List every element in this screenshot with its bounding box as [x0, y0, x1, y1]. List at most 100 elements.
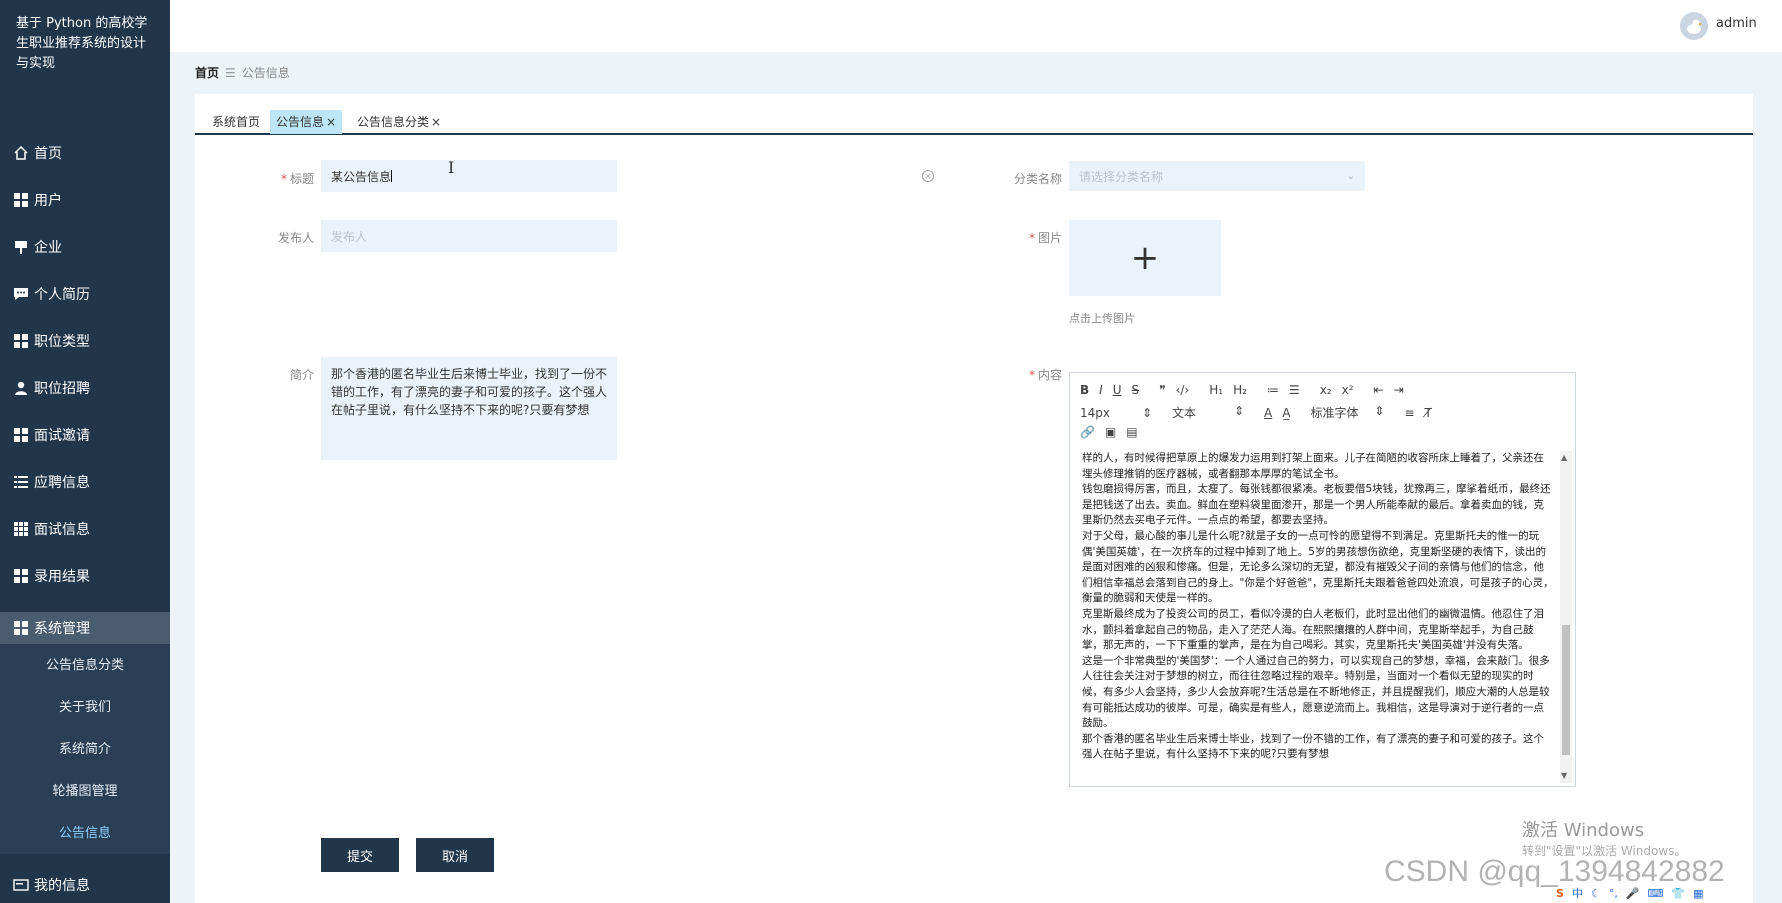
publisher-label: 发布人 — [277, 231, 314, 245]
close-icon[interactable]: × — [431, 115, 441, 129]
publisher-input[interactable]: 发布人 — [321, 220, 617, 252]
scroll-down-icon[interactable]: ▼ — [1561, 771, 1567, 780]
image-label: * 图片 — [1028, 231, 1062, 245]
ibeam-cursor-icon: I — [448, 158, 455, 177]
scroll-up-icon[interactable]: ▲ — [1561, 453, 1567, 462]
submenu-item-carousel[interactable]: 轮播图管理 — [0, 771, 170, 807]
sidebar-item-system[interactable]: 系统管理 — [0, 612, 170, 644]
editor-paragraph: 这是一个非常典型的'美国梦'：一个人通过自己的努力，可以实现自己的梦想，幸福，会… — [1082, 654, 1550, 730]
tab-notice-category[interactable]: 公告信息分类 × — [351, 110, 447, 134]
sidebar-item-company[interactable]: 企业 — [0, 229, 170, 265]
image-upload-button[interactable]: + — [1069, 220, 1221, 296]
sidebar-item-users[interactable]: 用户 — [0, 182, 170, 218]
updown-icon: ⇕ — [1233, 404, 1244, 418]
scroll-thumb[interactable] — [1562, 625, 1570, 755]
heading2-icon[interactable]: H₂ — [1233, 383, 1247, 397]
sidebar-item-label: 职位类型 — [34, 334, 90, 350]
cancel-button[interactable]: 取消 — [416, 838, 494, 872]
apps-icon[interactable]: ▦ — [1693, 887, 1703, 900]
flag-icon — [12, 238, 30, 256]
editor-scrollbar[interactable]: ▲ ▼ — [1560, 451, 1572, 783]
block-format-select[interactable]: 文本 ⇕ — [1172, 404, 1244, 421]
subscript-icon[interactable]: x₂ — [1320, 383, 1332, 397]
tab-notice[interactable]: 公告信息 × — [270, 110, 343, 134]
clear-format-icon[interactable]: T̸ — [1425, 406, 1432, 420]
font-color-icon[interactable]: A — [1264, 406, 1272, 420]
intro-textarea[interactable]: 那个香港的匿名毕业生后来博士毕业，找到了一份不错的工作，有了漂亮的妻子和可爱的孩… — [321, 357, 617, 460]
align-icon[interactable]: ≡ — [1404, 406, 1414, 420]
content-label: * 内容 — [1028, 368, 1062, 382]
sidebar-item-interview-invite[interactable]: 面试邀请 — [0, 417, 170, 453]
close-icon[interactable]: × — [326, 115, 336, 129]
shirt-icon[interactable]: 👕 — [1671, 887, 1685, 900]
ime-logo-icon[interactable]: S — [1556, 887, 1564, 900]
superscript-icon[interactable]: x² — [1342, 383, 1354, 397]
editor-toolbar-row-1: B I U S ❞ ‹/› H₁ H₂ ≔ ☰ x₂ x² ⇤ ⇥ — [1080, 383, 1414, 397]
sidebar-item-job-post[interactable]: 职位招聘 — [0, 370, 170, 406]
grid-icon — [12, 332, 30, 350]
submenu-item-notice-category[interactable]: 公告信息分类 — [0, 645, 170, 681]
title-label: * 标题 — [280, 172, 314, 186]
image-icon[interactable]: ▣ — [1105, 425, 1116, 439]
category-select[interactable]: 请选择分类名称 ⌄ — [1069, 161, 1365, 191]
tab-system-home[interactable]: 系统首页 — [206, 110, 266, 134]
sidebar-item-application[interactable]: 应聘信息 — [0, 464, 170, 500]
user-icon — [12, 379, 30, 397]
code-icon[interactable]: ‹/› — [1176, 383, 1190, 397]
moon-icon[interactable]: ☾ — [1591, 887, 1601, 900]
indent-icon[interactable]: ⇥ — [1394, 383, 1404, 397]
rich-text-editor[interactable]: B I U S ❞ ‹/› H₁ H₂ ≔ ☰ x₂ x² ⇤ ⇥ 14px ⇕ … — [1069, 372, 1576, 787]
submit-button[interactable]: 提交 — [321, 838, 399, 872]
ordered-list-icon[interactable]: ≔ — [1267, 383, 1279, 397]
upload-hint: 点击上传图片 — [1069, 312, 1135, 325]
chat-icon — [12, 285, 30, 303]
blockquote-icon[interactable]: ❞ — [1159, 383, 1165, 397]
video-icon[interactable]: ▤ — [1126, 425, 1137, 439]
list-icon — [12, 473, 30, 491]
outdent-icon[interactable]: ⇤ — [1374, 383, 1384, 397]
sidebar-item-interview-info[interactable]: 面试信息 — [0, 511, 170, 547]
submenu-item-intro[interactable]: 系统简介 — [0, 729, 170, 765]
submenu-item-notice[interactable]: 公告信息 — [0, 813, 170, 849]
bold-icon[interactable]: B — [1080, 383, 1089, 397]
card-icon — [12, 876, 30, 894]
title-input[interactable]: 某公告信息 — [321, 160, 617, 192]
editor-paragraph: 克里斯最终成为了投资公司的员工，看似冷漠的白人老板们，此时显出他们的幽微温情。他… — [1082, 607, 1544, 652]
sidebar-item-label: 面试邀请 — [34, 428, 90, 444]
sidebar-item-label: 用户 — [34, 193, 62, 209]
font-family-select[interactable]: 标准字体 ⇕ — [1310, 404, 1384, 421]
ime-tray: S 中 ☾ °, 🎤 ⌨ 👕 ▦ — [1556, 883, 1782, 903]
avatar[interactable] — [1680, 12, 1708, 40]
underline-icon[interactable]: U — [1113, 383, 1122, 397]
clear-icon[interactable]: ✕ — [922, 170, 934, 182]
sidebar-item-job-type[interactable]: 职位类型 — [0, 323, 170, 359]
font-size-select[interactable]: 14px ⇕ — [1080, 406, 1152, 420]
breadcrumb-home[interactable]: 首页 — [195, 64, 219, 81]
chevron-down-icon: ⌄ — [1346, 170, 1355, 182]
italic-icon[interactable]: I — [1099, 383, 1103, 397]
sidebar-item-my-info[interactable]: 我的信息 — [0, 870, 170, 900]
sidebar-item-label: 企业 — [34, 240, 62, 256]
sidebar-item-resume[interactable]: 个人简历 — [0, 276, 170, 312]
sidebar-item-home[interactable]: 首页 — [0, 135, 170, 171]
ime-chinese-icon[interactable]: 中 — [1572, 885, 1583, 901]
punctuation-icon[interactable]: °, — [1609, 887, 1618, 900]
username[interactable]: admin — [1716, 16, 1757, 31]
microphone-icon[interactable]: 🎤 — [1626, 887, 1640, 900]
strikethrough-icon[interactable]: S — [1132, 383, 1140, 397]
submenu-item-about[interactable]: 关于我们 — [0, 687, 170, 723]
sidebar-item-hire-result[interactable]: 录用结果 — [0, 558, 170, 594]
bullet-list-icon[interactable]: ☰ — [1289, 383, 1300, 397]
grid-icon — [12, 191, 30, 209]
link-icon[interactable]: 🔗 — [1080, 425, 1095, 439]
category-label: 分类名称 — [1013, 172, 1062, 186]
background-color-icon[interactable]: A̲ — [1282, 406, 1290, 420]
editor-content[interactable]: 样的人，有时候得把草原上的爆发力运用到打架上面来。儿子在简陋的收容所床上睡着了，… — [1082, 451, 1554, 781]
keyboard-icon[interactable]: ⌨ — [1648, 887, 1664, 900]
required-mark: * — [280, 172, 287, 186]
sidebar-item-label: 我的信息 — [34, 878, 90, 894]
tab-label: 系统首页 — [212, 115, 261, 129]
top-bar — [170, 0, 1782, 52]
editor-toolbar-row-2: 14px ⇕ 文本 ⇕ A A̲ 标准字体 ⇕ ≡ T̸ — [1080, 404, 1442, 421]
heading1-icon[interactable]: H₁ — [1209, 383, 1223, 397]
